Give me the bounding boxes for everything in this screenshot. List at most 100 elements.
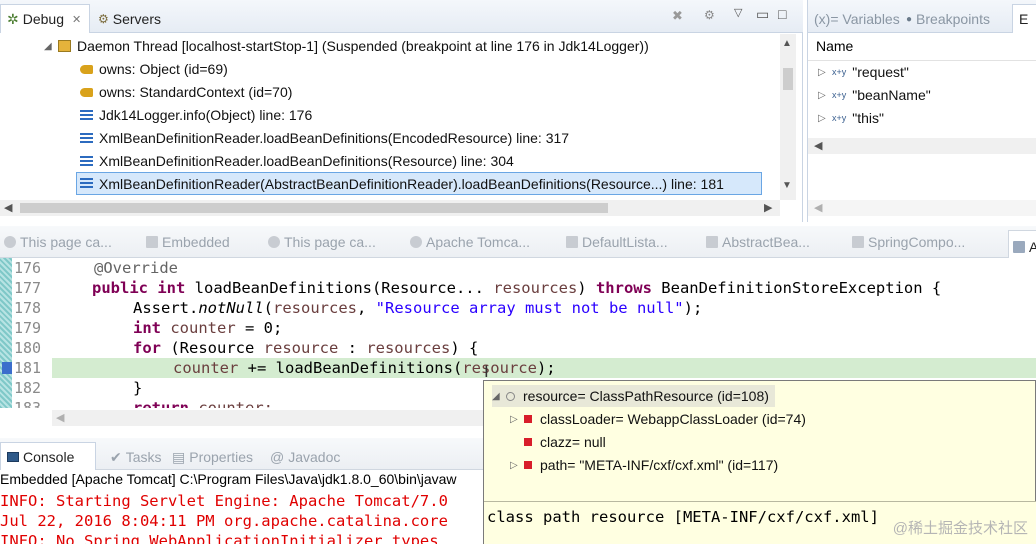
expand-arrow-icon[interactable]: ▷: [818, 90, 828, 101]
popup-root-row[interactable]: ◢ resource= ClassPathResource (id=108): [492, 385, 775, 407]
code-line: public int loadBeanDefinitions(Resource.…: [92, 279, 941, 297]
code-token: );: [536, 359, 556, 377]
code-token: :: [338, 339, 367, 357]
collapse-arrow-icon[interactable]: ◢: [44, 41, 54, 52]
expand-arrow-icon[interactable]: ▷: [510, 460, 520, 471]
horizontal-scrollbar[interactable]: ◀: [808, 138, 1036, 154]
variable-row[interactable]: ▷ x+y "this": [818, 107, 884, 129]
scroll-left-icon[interactable]: ◀: [56, 411, 64, 424]
tab-label: Tasks: [125, 449, 162, 465]
editor-tab[interactable]: This page ca...: [4, 234, 112, 250]
minimize-icon[interactable]: ▭: [756, 6, 770, 22]
editor-tab[interactable]: This page ca...: [268, 234, 376, 250]
editor-tab-active[interactable]: A: [1008, 230, 1036, 258]
expand-arrow-icon[interactable]: ▷: [818, 113, 828, 124]
thread-row[interactable]: ◢ Daemon Thread [localhost-startStop-1] …: [44, 35, 649, 57]
code-token: }: [133, 379, 143, 397]
keyword-token: int: [157, 279, 186, 297]
vertical-scrollbar[interactable]: ▲ ▼: [780, 34, 796, 200]
tab-properties[interactable]: ▤ Properties: [166, 444, 259, 470]
scroll-left-icon[interactable]: ◀: [814, 201, 822, 214]
bug-icon: ✲: [7, 10, 19, 27]
keyword-token: int: [133, 319, 161, 337]
tab-debug[interactable]: ✲ Debug ✕: [0, 4, 90, 33]
tab-javadoc[interactable]: @ Javadoc: [264, 444, 346, 470]
tab-label: Breakpoints: [916, 11, 990, 27]
close-icon[interactable]: ✕: [72, 13, 81, 26]
globe-icon: [410, 236, 422, 248]
popup-field-row[interactable]: ▷ path= "META-INF/cxf/cxf.xml" (id=117): [510, 454, 778, 476]
stack-frame-row[interactable]: XmlBeanDefinitionReader.loadBeanDefiniti…: [80, 127, 569, 149]
console-line: INFO: No Spring WebApplicationInitialize…: [0, 532, 439, 544]
editor-tab[interactable]: DefaultLista...: [566, 234, 668, 250]
scroll-left-icon[interactable]: ◀: [4, 201, 12, 214]
variable-token: counter: [173, 359, 239, 377]
editor-gutter: [0, 258, 12, 408]
console-line: INFO: Starting Servlet Engine: Apache To…: [0, 492, 448, 510]
popup-field-row[interactable]: ▷ classLoader= WebappClassLoader (id=74): [510, 408, 806, 430]
horizontal-scrollbar[interactable]: ◀ ▶: [0, 200, 780, 216]
local-variable-icon: x+y: [832, 113, 847, 123]
scroll-left-icon[interactable]: ◀: [814, 139, 822, 152]
column-header-name[interactable]: Name: [816, 38, 853, 54]
class-file-icon: [1013, 240, 1025, 253]
tab-servers[interactable]: ⚙ Servers: [92, 6, 167, 32]
popup-field-row[interactable]: clazz= null: [524, 431, 606, 453]
variable-row[interactable]: ▷ x+y "beanName": [818, 84, 931, 106]
editor-tab[interactable]: SpringCompo...: [852, 234, 965, 250]
tab-tasks[interactable]: ✔ Tasks: [104, 444, 168, 470]
editor-tab-label: AbstractBea...: [722, 234, 810, 250]
stack-frame-row-selected[interactable]: XmlBeanDefinitionReader(AbstractBeanDefi…: [76, 172, 762, 195]
code-token: Assert.: [133, 299, 199, 317]
code-line: @Override: [94, 259, 178, 277]
expand-arrow-icon[interactable]: ▷: [818, 67, 828, 78]
line-number: 179: [14, 319, 42, 337]
code-token: BeanDefinitionStoreException {: [651, 279, 942, 297]
private-field-icon: [524, 415, 532, 423]
thread-suspended-icon: [58, 40, 71, 52]
stack-frame-icon: [80, 178, 93, 189]
variable-row[interactable]: ▷ x+y "request": [818, 61, 909, 83]
monitor-row[interactable]: owns: StandardContext (id=70): [80, 81, 292, 103]
monitor-row[interactable]: owns: Object (id=69): [80, 58, 228, 80]
editor-tab[interactable]: Embedded: [146, 234, 230, 250]
scroll-right-icon[interactable]: ▶: [764, 201, 772, 214]
expand-arrow-icon[interactable]: ▷: [510, 414, 520, 425]
scroll-up-icon[interactable]: ▲: [782, 38, 792, 49]
tab-console[interactable]: Console: [0, 442, 96, 471]
scroll-thumb[interactable]: [20, 203, 608, 213]
scroll-down-icon[interactable]: ▼: [782, 180, 792, 191]
scroll-thumb[interactable]: [783, 68, 793, 90]
javadoc-icon: @: [270, 449, 285, 465]
tab-breakpoints[interactable]: ● Breakpoints: [900, 6, 996, 32]
stack-frame-row[interactable]: Jdk14Logger.info(Object) line: 176: [80, 104, 312, 126]
variable-token: counter;: [189, 399, 273, 408]
variables-tabbar: (x)= Variables ● Breakpoints E: [808, 0, 1036, 33]
editor-tab[interactable]: Apache Tomca...: [410, 234, 530, 250]
code-line: for (Resource resource : resources) {: [133, 339, 478, 357]
collapse-arrow-icon[interactable]: ◢: [492, 391, 502, 402]
editor-horizontal-scrollbar[interactable]: ◀: [52, 410, 484, 426]
code-line: int counter = 0;: [133, 319, 282, 337]
breakpoint-icon: ●: [906, 13, 913, 25]
annotation-token: @Override: [94, 259, 178, 277]
line-number: 178: [14, 299, 42, 317]
stack-frame-row[interactable]: XmlBeanDefinitionReader.loadBeanDefiniti…: [80, 150, 514, 172]
debug-settings-icon[interactable]: ⚙: [704, 8, 722, 24]
horizontal-scrollbar[interactable]: ◀: [808, 200, 1036, 216]
line-number: 177: [14, 279, 42, 297]
parameter-token: resources: [366, 339, 451, 357]
view-menu-icon[interactable]: ▽: [734, 6, 748, 22]
tab-variables[interactable]: (x)= Variables: [808, 6, 906, 32]
code-token: );: [683, 299, 703, 317]
final-private-field-icon: [524, 461, 532, 469]
console-output[interactable]: Embedded [Apache Tomcat] C:\Program File…: [0, 470, 486, 544]
editor-tab[interactable]: AbstractBea...: [706, 234, 810, 250]
line-number: 181: [14, 359, 42, 377]
tab-expressions[interactable]: E: [1012, 4, 1036, 33]
tab-label: Javadoc: [288, 449, 341, 465]
code-token: ,: [357, 299, 376, 317]
maximize-icon[interactable]: □: [778, 6, 792, 22]
tab-label: Servers: [112, 11, 161, 27]
remove-terminated-icon[interactable]: ✖: [672, 8, 692, 24]
